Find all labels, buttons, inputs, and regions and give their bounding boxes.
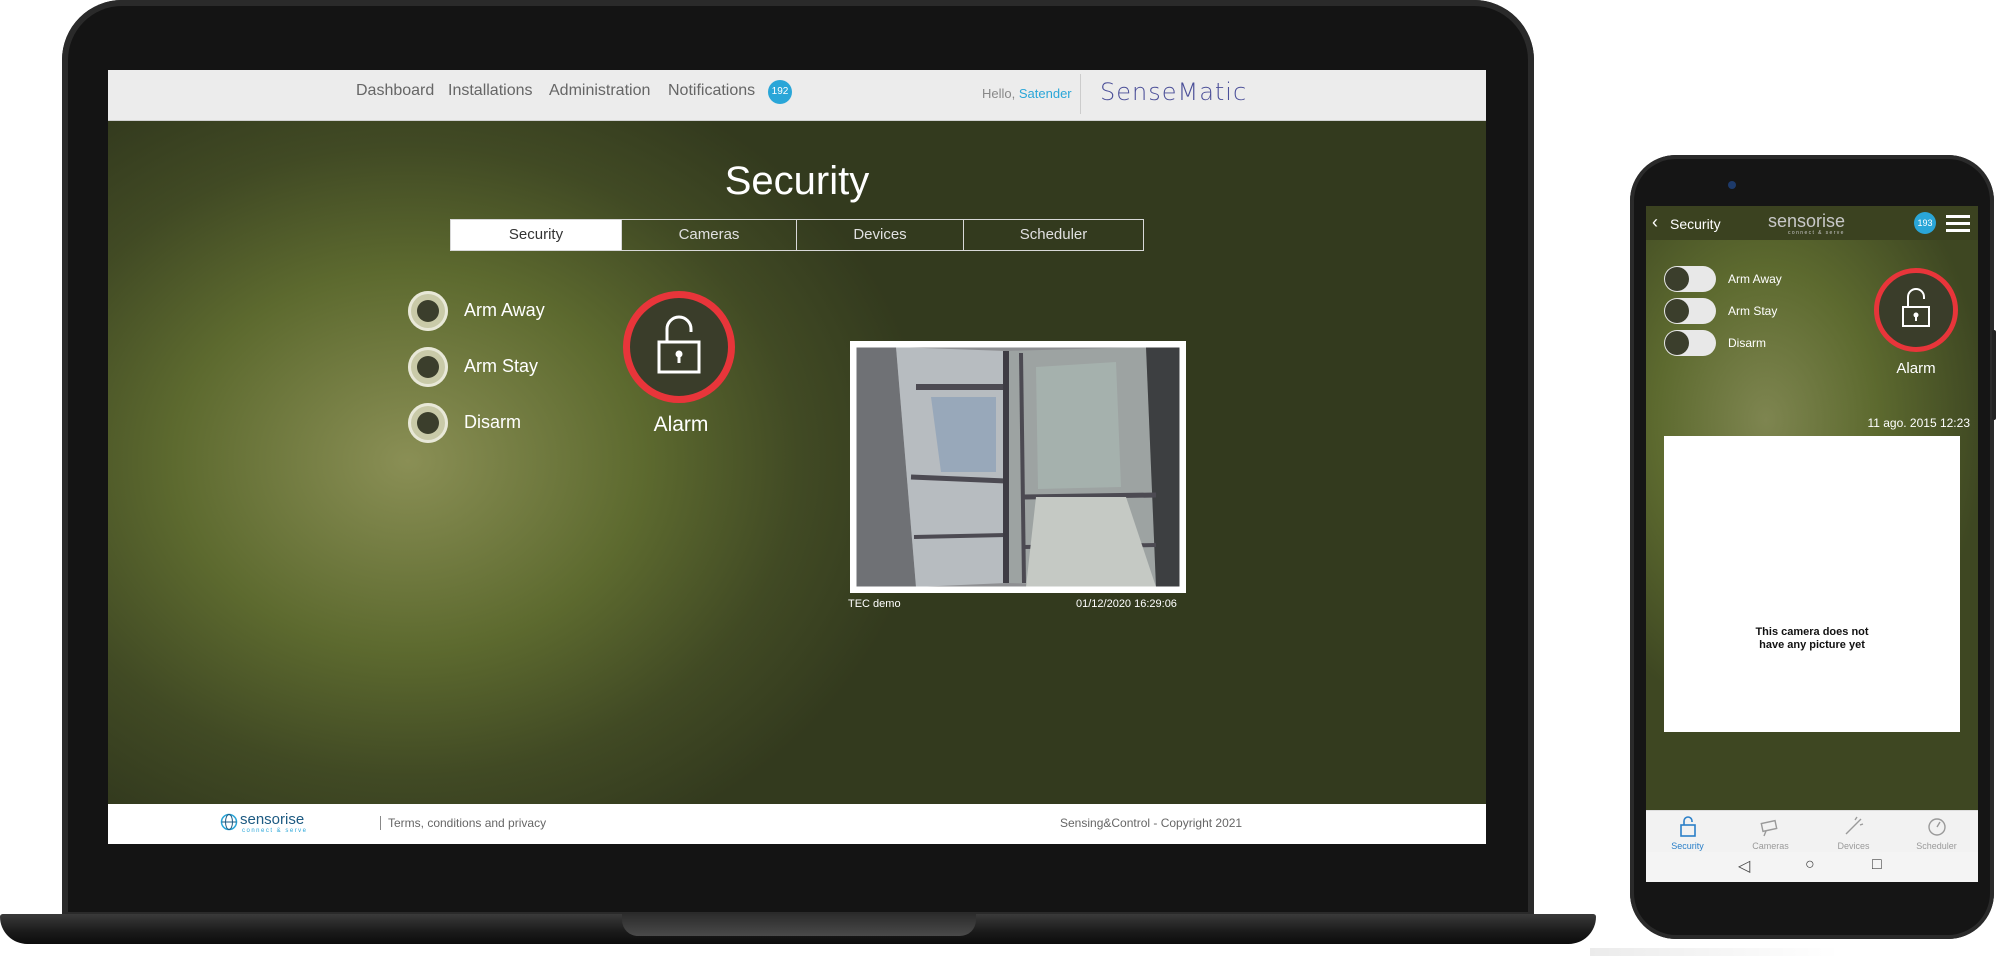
tab-label: Cameras (1752, 841, 1789, 851)
security-panel: Security Security Cameras Devices Schedu… (108, 121, 1486, 804)
logo-tagline: connect & serve (242, 828, 308, 834)
camera-icon (1759, 819, 1778, 837)
tab-label: Security (1671, 841, 1704, 851)
phone-security-panel: Arm Away Arm Stay Disarm Alarm 11 ago. 2… (1646, 240, 1978, 810)
nav-divider (1080, 74, 1081, 114)
phone-header: ‹ Security sensorise connect & serve 193 (1646, 206, 1978, 240)
phone-tab-scheduler[interactable]: Scheduler (1895, 811, 1978, 853)
phone-brand-logo: sensorise (1768, 211, 1846, 231)
tab-devices[interactable]: Devices (797, 220, 964, 250)
tab-scheduler[interactable]: Scheduler (964, 220, 1143, 250)
lock-icon (1679, 816, 1696, 837)
clock-icon (1927, 818, 1946, 836)
greeting: Hello, Satender (982, 86, 1072, 101)
hamburger-menu-icon[interactable] (1946, 215, 1970, 236)
user-name-link[interactable]: Satender (1019, 86, 1072, 101)
terms-link[interactable]: Terms, conditions and privacy (388, 816, 546, 830)
tab-label: Devices (1837, 841, 1870, 851)
nav-dashboard[interactable]: Dashboard (356, 82, 434, 100)
camera-name: TEC demo (848, 598, 901, 610)
globe-icon (220, 813, 238, 831)
unlocked-padlock-icon (1902, 288, 1930, 327)
phone-tab-cameras[interactable]: Cameras (1729, 811, 1812, 853)
radio-button[interactable] (408, 403, 448, 443)
tab-security[interactable]: Security (451, 220, 622, 250)
back-triangle-icon[interactable]: ◁ (1738, 856, 1750, 876)
camera-snapshot[interactable] (850, 341, 1186, 593)
laptop-shadow (1590, 948, 1840, 956)
no-picture-message-line2: have any picture yet (1759, 639, 1865, 651)
toggle-label: Arm Stay (1728, 304, 1778, 318)
camera-timestamp: 01/12/2020 16:29:06 (1076, 598, 1177, 610)
tab-cameras[interactable]: Cameras (622, 220, 797, 250)
page-title: Security (724, 159, 870, 203)
phone-alarm-button[interactable] (1874, 268, 1958, 352)
home-circle-icon[interactable]: ○ (1805, 856, 1815, 874)
nav-installations[interactable]: Installations (448, 82, 533, 100)
front-camera-icon (1728, 181, 1736, 189)
alarm-label: Alarm (653, 413, 709, 436)
top-navigation: Dashboard Installations Administration N… (108, 70, 1486, 121)
phone-brand-tagline: connect & serve (1788, 230, 1845, 236)
tab-label: Scheduler (1916, 841, 1957, 851)
toggle-label: Disarm (1728, 336, 1766, 350)
android-nav-bar: ◁ ○ □ (1646, 852, 1978, 882)
footer: sensorise connect & serve Terms, conditi… (108, 804, 1486, 844)
logo-name: sensorise (240, 811, 305, 828)
radio-button[interactable] (408, 347, 448, 387)
nav-administration[interactable]: Administration (549, 82, 650, 100)
toggle-arm-stay[interactable] (1664, 298, 1716, 324)
mode-label: Arm Stay (464, 356, 539, 376)
toggle-disarm[interactable] (1664, 330, 1716, 356)
toggle-label: Arm Away (1728, 272, 1782, 286)
phone-alarm-label: Alarm (1896, 360, 1936, 377)
nav-notifications[interactable]: Notifications (668, 82, 755, 100)
phone-tab-security[interactable]: Security (1646, 811, 1729, 853)
laptop-notch (622, 914, 976, 936)
phone-tab-bar: Security Cameras Devices Scheduler (1646, 810, 1978, 853)
phone-notifications-badge[interactable]: 193 (1914, 212, 1936, 234)
phone-page-title: Security (1670, 216, 1721, 232)
phone-camera-date: 11 ago. 2015 12:23 (1867, 416, 1970, 430)
devices-icon (1845, 816, 1863, 835)
alarm-button[interactable] (623, 291, 735, 403)
back-chevron-icon[interactable]: ‹ (1652, 212, 1658, 233)
mode-label: Arm Away (464, 300, 545, 320)
no-picture-message: This camera does not have any picture ye… (1664, 626, 1960, 652)
recents-square-icon[interactable]: □ (1872, 856, 1882, 874)
notifications-badge[interactable]: 192 (768, 80, 792, 104)
mode-label: Disarm (464, 412, 521, 432)
phone-camera-placeholder[interactable]: This camera does not have any picture ye… (1664, 436, 1960, 732)
radio-button[interactable] (408, 291, 448, 331)
phone-tab-devices[interactable]: Devices (1812, 811, 1895, 853)
phone-screen: ‹ Security sensorise connect & serve 193… (1646, 206, 1978, 882)
laptop-screen: Dashboard Installations Administration N… (108, 70, 1486, 844)
toggle-arm-away[interactable] (1664, 266, 1716, 292)
brand-logo[interactable]: SenseMatic (1100, 78, 1247, 106)
unlocked-padlock-icon (657, 315, 701, 374)
footer-divider (380, 816, 381, 830)
camera-image (855, 346, 1181, 588)
phone-side-button (1992, 330, 1996, 420)
greeting-text: Hello, (982, 86, 1016, 101)
section-tabs: Security Cameras Devices Scheduler (450, 219, 1144, 251)
copyright: Sensing&Control - Copyright 2021 (1060, 816, 1243, 830)
no-picture-message-line1: This camera does not (1755, 626, 1869, 638)
